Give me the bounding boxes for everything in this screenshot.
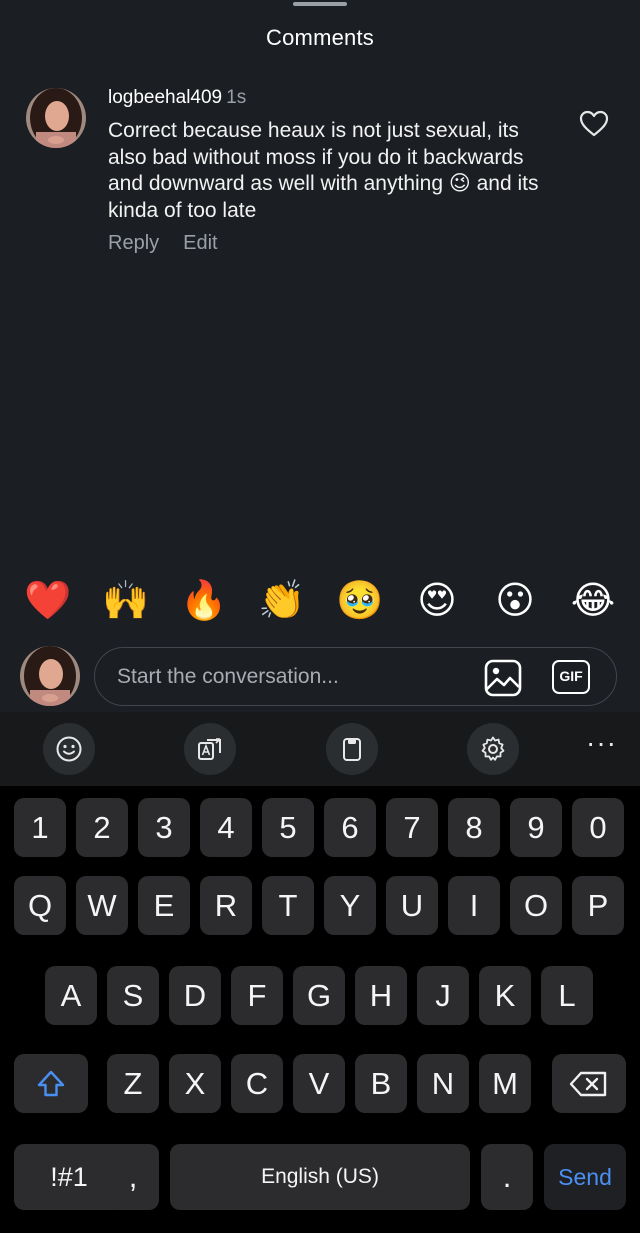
clipboard-icon[interactable]	[326, 723, 378, 775]
key-r[interactable]: R	[200, 876, 252, 935]
translate-icon[interactable]	[184, 723, 236, 775]
keyboard-toolbar: ···	[0, 712, 640, 786]
key-n[interactable]: N	[417, 1054, 469, 1113]
key-o[interactable]: O	[510, 876, 562, 935]
key-s[interactable]: S	[107, 966, 159, 1025]
key-y[interactable]: Y	[324, 876, 376, 935]
reaction-laughing[interactable]: 😂	[570, 578, 616, 624]
key-v[interactable]: V	[293, 1054, 345, 1113]
heart-outline-icon[interactable]	[579, 110, 609, 138]
image-icon[interactable]	[484, 659, 522, 697]
period-key[interactable]: .	[481, 1144, 533, 1210]
reply-button[interactable]: Reply	[108, 232, 159, 254]
backspace-icon	[569, 1071, 607, 1097]
reaction-fire[interactable]: 🔥	[180, 578, 227, 624]
sheet-title: Comments	[266, 25, 374, 50]
key-q[interactable]: Q	[14, 876, 66, 935]
comma-key[interactable]: ,	[107, 1144, 159, 1210]
settings-icon[interactable]	[467, 723, 519, 775]
comment-timestamp: 1s	[226, 87, 247, 108]
key-p[interactable]: P	[572, 876, 624, 935]
reaction-holding-tears[interactable]: 🥹	[336, 578, 383, 624]
key-e[interactable]: E	[138, 876, 190, 935]
key-w[interactable]: W	[76, 876, 128, 935]
comments-sheet: Comments logbeehal409 1s Correct because …	[0, 0, 640, 712]
key-2[interactable]: 2	[76, 798, 128, 857]
key-t[interactable]: T	[262, 876, 314, 935]
key-g[interactable]: G	[293, 966, 345, 1025]
key-m[interactable]: M	[479, 1054, 531, 1113]
key-i[interactable]: I	[448, 876, 500, 935]
more-icon[interactable]: ···	[586, 729, 616, 764]
key-j[interactable]: J	[417, 966, 469, 1025]
reaction-clap[interactable]: 👏	[258, 578, 305, 624]
comment-item: logbeehal409 1s Correct because heaux is …	[26, 88, 616, 268]
key-4[interactable]: 4	[200, 798, 252, 857]
backspace-key[interactable]	[552, 1054, 626, 1113]
sheet-drag-handle[interactable]	[293, 2, 347, 6]
key-z[interactable]: Z	[107, 1054, 159, 1113]
shift-key[interactable]	[14, 1054, 88, 1113]
emoji-icon[interactable]	[43, 723, 95, 775]
reaction-raised-hands[interactable]: 🙌	[102, 578, 149, 624]
comment-input-placeholder: Start the conversation...	[117, 665, 339, 688]
space-key[interactable]: English (US)	[170, 1144, 470, 1210]
quick-reactions: ❤️ 🙌 🔥 👏 🥹 😍 😮 😂	[0, 578, 640, 630]
avatar[interactable]	[26, 88, 86, 148]
comment-username[interactable]: logbeehal409	[108, 87, 222, 108]
key-8[interactable]: 8	[448, 798, 500, 857]
reaction-surprised[interactable]: 😮	[492, 578, 538, 624]
send-key[interactable]: Send	[544, 1144, 626, 1210]
key-k[interactable]: K	[479, 966, 531, 1025]
reaction-heart[interactable]: ❤️	[24, 578, 71, 624]
composer-avatar	[20, 646, 80, 706]
key-f[interactable]: F	[231, 966, 283, 1025]
key-5[interactable]: 5	[262, 798, 314, 857]
key-h[interactable]: H	[355, 966, 407, 1025]
key-a[interactable]: A	[45, 966, 97, 1025]
key-c[interactable]: C	[231, 1054, 283, 1113]
reaction-heart-eyes[interactable]: 😍	[414, 578, 460, 624]
key-x[interactable]: X	[169, 1054, 221, 1113]
edit-button[interactable]: Edit	[183, 232, 217, 254]
key-l[interactable]: L	[541, 966, 593, 1025]
shift-icon	[37, 1070, 65, 1097]
comment-input[interactable]: Start the conversation... GIF	[94, 647, 617, 706]
key-3[interactable]: 3	[138, 798, 190, 857]
key-7[interactable]: 7	[386, 798, 438, 857]
key-b[interactable]: B	[355, 1054, 407, 1113]
key-0[interactable]: 0	[572, 798, 624, 857]
key-6[interactable]: 6	[324, 798, 376, 857]
comment-text: Correct because heaux is not just sexual…	[108, 119, 539, 222]
key-u[interactable]: U	[386, 876, 438, 935]
key-d[interactable]: D	[169, 966, 221, 1025]
on-screen-keyboard: 1 2 3 4 5 6 7 8 9 0 Q W E R T Y U I O P …	[0, 786, 640, 1233]
key-9[interactable]: 9	[510, 798, 562, 857]
key-1[interactable]: 1	[14, 798, 66, 857]
gif-button[interactable]: GIF	[552, 660, 590, 694]
